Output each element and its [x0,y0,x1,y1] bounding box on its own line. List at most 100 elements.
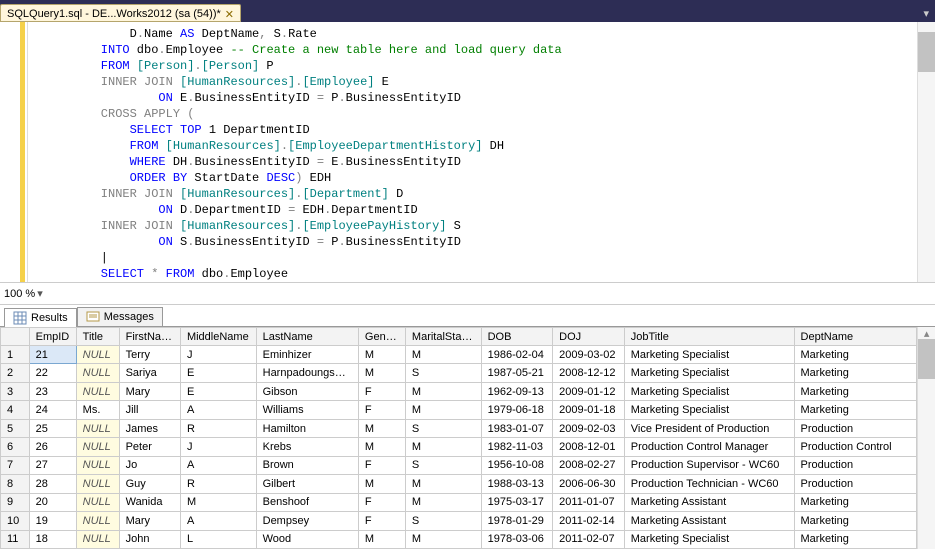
cell-deptname[interactable]: Marketing [794,382,917,400]
cell-deptname[interactable]: Marketing [794,530,917,548]
cell-empid[interactable]: 19 [29,512,76,530]
cell-doj[interactable]: 2008-12-01 [553,438,625,456]
table-row[interactable]: 222NULLSariyaEHarnpadoungsatayaMS1987-05… [1,364,917,382]
row-number[interactable]: 3 [1,382,30,400]
cell-jobtitle[interactable]: Marketing Specialist [624,401,794,419]
cell-empid[interactable]: 20 [29,493,76,511]
cell-middlename[interactable]: A [180,401,256,419]
cell-lastname[interactable]: Krebs [256,438,358,456]
cell-jobtitle[interactable]: Production Supervisor - WC60 [624,456,794,474]
cell-doj[interactable]: 2008-02-27 [553,456,625,474]
cell-maritalstatus[interactable]: S [405,419,481,437]
cell-maritalstatus[interactable]: M [405,493,481,511]
cell-firstname[interactable]: Jo [119,456,180,474]
row-number[interactable]: 4 [1,401,30,419]
table-row[interactable]: 626NULLPeterJKrebsMM1982-11-032008-12-01… [1,438,917,456]
row-number[interactable]: 9 [1,493,30,511]
cell-lastname[interactable]: Gilbert [256,475,358,493]
cell-title[interactable]: NULL [76,475,119,493]
cell-doj[interactable]: 2009-01-12 [553,382,625,400]
document-tab-active[interactable]: SQLQuery1.sql - DE...Works2012 (sa (54))… [0,4,241,22]
row-number[interactable]: 8 [1,475,30,493]
cell-firstname[interactable]: Mary [119,382,180,400]
table-row[interactable]: 323NULLMaryEGibsonFM1962-09-132009-01-12… [1,382,917,400]
cell-lastname[interactable]: Dempsey [256,512,358,530]
cell-lastname[interactable]: Harnpadoungsataya [256,364,358,382]
cell-doj[interactable]: 2011-02-14 [553,512,625,530]
cell-gender[interactable]: F [358,401,405,419]
cell-dob[interactable]: 1978-03-06 [481,530,553,548]
column-header-deptname[interactable]: DeptName [794,328,917,346]
cell-deptname[interactable]: Marketing [794,364,917,382]
cell-middlename[interactable]: R [180,475,256,493]
row-number[interactable]: 5 [1,419,30,437]
column-header-empid[interactable]: EmpID [29,328,76,346]
row-number[interactable]: 10 [1,512,30,530]
editor-vertical-scrollbar[interactable] [917,22,935,282]
cell-empid[interactable]: 21 [29,346,76,364]
cell-empid[interactable]: 23 [29,382,76,400]
cell-jobtitle[interactable]: Marketing Specialist [624,382,794,400]
cell-empid[interactable]: 24 [29,401,76,419]
cell-middlename[interactable]: R [180,419,256,437]
table-row[interactable]: 920NULLWanidaMBenshoofFM1975-03-172011-0… [1,493,917,511]
cell-deptname[interactable]: Marketing [794,512,917,530]
column-header-jobtitle[interactable]: JobTitle [624,328,794,346]
cell-title[interactable]: NULL [76,530,119,548]
row-number[interactable]: 7 [1,456,30,474]
column-header-middlename[interactable]: MiddleName [180,328,256,346]
cell-title[interactable]: NULL [76,382,119,400]
cell-dob[interactable]: 1987-05-21 [481,364,553,382]
editor-horizontal-scrollbar[interactable] [51,285,931,303]
cell-gender[interactable]: M [358,419,405,437]
cell-gender[interactable]: F [358,493,405,511]
row-number[interactable]: 6 [1,438,30,456]
cell-empid[interactable]: 18 [29,530,76,548]
cell-deptname[interactable]: Marketing [794,401,917,419]
cell-maritalstatus[interactable]: M [405,438,481,456]
cell-dob[interactable]: 1962-09-13 [481,382,553,400]
cell-middlename[interactable]: E [180,382,256,400]
cell-dob[interactable]: 1978-01-29 [481,512,553,530]
cell-gender[interactable]: M [358,438,405,456]
cell-gender[interactable]: F [358,456,405,474]
row-number[interactable]: 2 [1,364,30,382]
cell-dob[interactable]: 1982-11-03 [481,438,553,456]
cell-firstname[interactable]: James [119,419,180,437]
cell-doj[interactable]: 2009-02-03 [553,419,625,437]
cell-lastname[interactable]: Brown [256,456,358,474]
cell-dob[interactable]: 1979-06-18 [481,401,553,419]
cell-deptname[interactable]: Marketing [794,493,917,511]
cell-jobtitle[interactable]: Marketing Assistant [624,493,794,511]
cell-dob[interactable]: 1956-10-08 [481,456,553,474]
cell-deptname[interactable]: Production [794,456,917,474]
table-row[interactable]: 525NULLJamesRHamiltonMS1983-01-072009-02… [1,419,917,437]
cell-firstname[interactable]: Terry [119,346,180,364]
cell-maritalstatus[interactable]: M [405,530,481,548]
grid-vertical-scrollbar[interactable]: ▴ [917,327,935,549]
cell-gender[interactable]: M [358,364,405,382]
cell-lastname[interactable]: Gibson [256,382,358,400]
cell-firstname[interactable]: Jill [119,401,180,419]
cell-empid[interactable]: 28 [29,475,76,493]
cell-firstname[interactable]: Mary [119,512,180,530]
cell-middlename[interactable]: L [180,530,256,548]
cell-title[interactable]: NULL [76,438,119,456]
sql-editor[interactable]: D.Name AS DeptName, S.Rate INTO dbo.Empl… [0,22,935,283]
cell-jobtitle[interactable]: Marketing Specialist [624,364,794,382]
cell-deptname[interactable]: Production [794,475,917,493]
cell-firstname[interactable]: Guy [119,475,180,493]
cell-doj[interactable]: 2009-01-18 [553,401,625,419]
cell-deptname[interactable]: Production [794,419,917,437]
cell-jobtitle[interactable]: Marketing Specialist [624,530,794,548]
cell-dob[interactable]: 1983-01-07 [481,419,553,437]
cell-title[interactable]: NULL [76,364,119,382]
cell-empid[interactable]: 25 [29,419,76,437]
cell-firstname[interactable]: Peter [119,438,180,456]
cell-title[interactable]: NULL [76,493,119,511]
cell-jobtitle[interactable]: Marketing Specialist [624,346,794,364]
scrollbar-thumb[interactable] [918,339,935,379]
cell-maritalstatus[interactable]: S [405,364,481,382]
scrollbar-thumb[interactable] [918,32,935,72]
cell-maritalstatus[interactable]: M [405,475,481,493]
